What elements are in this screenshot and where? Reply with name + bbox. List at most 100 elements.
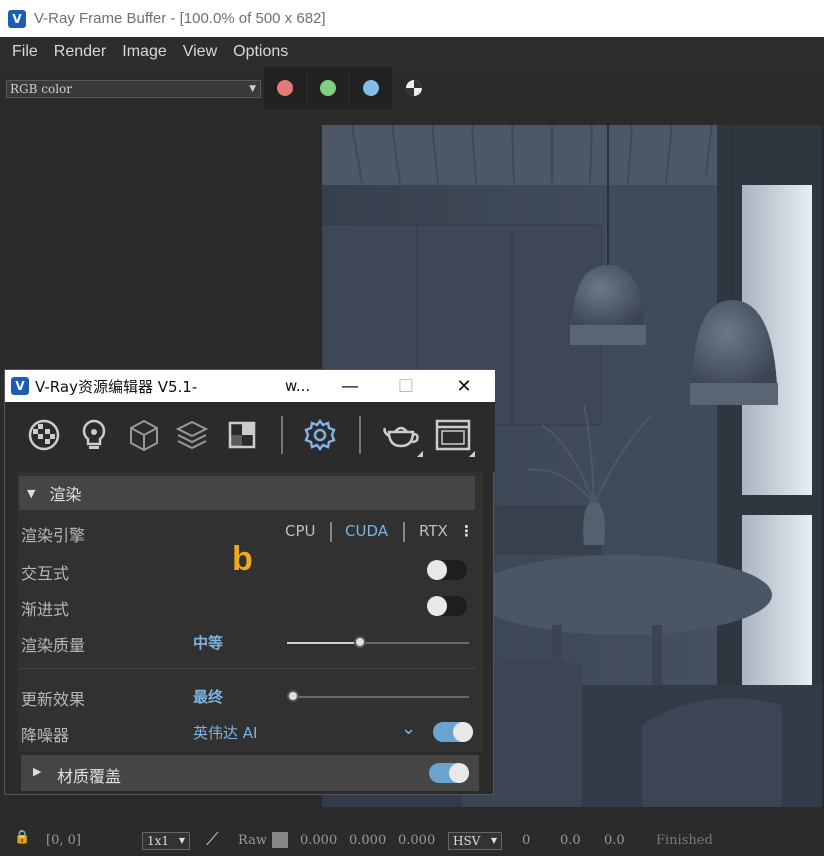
blue-channel-button[interactable] [350, 67, 392, 109]
vray-app-icon: V [8, 9, 26, 28]
toggle-knob [427, 560, 447, 580]
vfb-window-title: V-Ray Frame Buffer - [100.0% of 500 x 68… [34, 10, 326, 27]
chevron-down-icon: ▼ [178, 836, 185, 845]
hsv-v: 0.0 [604, 833, 625, 848]
cursor-coords: [0, 0] [46, 833, 81, 848]
textures-icon[interactable] [223, 416, 261, 454]
alpha-channel-button[interactable] [393, 67, 435, 109]
curve-icon[interactable]: ⟋ [206, 829, 219, 850]
update-slider-track[interactable] [287, 696, 469, 698]
red-channel-button[interactable] [264, 67, 306, 109]
alpha-icon [406, 80, 422, 96]
settings-icon[interactable] [301, 416, 339, 454]
rgb-r: 0.000 [300, 833, 338, 848]
green-dot-icon [320, 80, 336, 96]
engine-divider [330, 522, 332, 542]
blue-dot-icon [363, 80, 379, 96]
lights-icon[interactable] [75, 416, 113, 454]
color-space-value: HSV [453, 834, 481, 848]
chevron-down-icon: ▼ [249, 84, 256, 94]
menu-render[interactable]: Render [46, 43, 114, 61]
asset-editor-toolbar: ◢ ◢ [5, 402, 495, 472]
sample-size-value: 1x1 [147, 834, 170, 848]
minimize-button[interactable]: — [321, 370, 379, 402]
annotation-label: b [232, 540, 253, 578]
render-section-header[interactable]: ▼ 渲染 [19, 476, 475, 510]
materials-icon[interactable] [25, 416, 63, 454]
quality-label: 渲染质量 [21, 636, 86, 655]
rgb-b: 0.000 [398, 833, 436, 848]
quality-slider-knob[interactable] [353, 636, 366, 648]
denoiser-toggle[interactable] [433, 722, 473, 742]
rgb-g: 0.000 [349, 833, 387, 848]
green-channel-button[interactable] [307, 67, 349, 109]
asset-editor-titlebar: V V-Ray资源编辑器 V5.1- w... — ☐ ✕ [5, 370, 495, 402]
render-status: Finished [656, 833, 713, 848]
color-swatch [272, 832, 288, 848]
maximize-button[interactable]: ☐ [377, 370, 435, 402]
engine-divider [403, 522, 405, 542]
engine-cuda[interactable]: CUDA [345, 522, 388, 540]
interactive-toggle[interactable] [427, 560, 467, 580]
update-value: 最终 [193, 688, 224, 706]
interactive-label: 交互式 [21, 564, 70, 583]
toggle-knob [453, 722, 473, 742]
vfb-toolbar: RGB color ▼ [0, 67, 824, 109]
more-options-icon[interactable]: ⋮ [459, 522, 474, 540]
sample-size-select[interactable]: 1x1 ▼ [142, 832, 190, 850]
menu-view[interactable]: View [175, 43, 225, 61]
material-override-label: 材质覆盖 [57, 767, 122, 786]
render-teapot-icon[interactable]: ◢ [379, 416, 423, 458]
color-space-select[interactable]: HSV ▼ [448, 832, 502, 850]
chevron-down-icon: ▼ [490, 836, 497, 845]
channel-select-value: RGB color [10, 82, 72, 96]
asset-editor-window: V V-Ray资源编辑器 V5.1- w... — ☐ ✕ ◢ ◢ ▼ 渲染 渲… [4, 369, 495, 795]
denoiser-value: 英伟达 AI [193, 724, 258, 742]
raw-label: Raw [238, 833, 267, 848]
chevron-down-icon[interactable]: ⌄ [401, 718, 416, 739]
material-override-toggle[interactable] [429, 763, 469, 783]
quality-row: 渲染质量 中等 [17, 624, 483, 660]
layers-icon[interactable] [173, 416, 211, 454]
hsv-s: 0.0 [560, 833, 581, 848]
menu-file[interactable]: File [4, 43, 46, 61]
corner-arrow-icon: ◢ [468, 449, 475, 458]
toggle-knob [449, 763, 469, 783]
progressive-row: 渐进式 [17, 588, 483, 624]
progressive-toggle[interactable] [427, 596, 467, 616]
material-override-section[interactable]: ▶ 材质覆盖 [21, 755, 479, 791]
status-bar: 🔒 [0, 0] 1x1 ▼ ⟋ Raw 0.000 0.000 0.000 H… [0, 824, 824, 856]
denoiser-label: 降噪器 [21, 726, 70, 745]
channel-select[interactable]: RGB color ▼ [6, 80, 261, 98]
lock-icon[interactable]: 🔒 [14, 830, 30, 845]
render-section-label: 渲染 [49, 485, 82, 504]
menu-options[interactable]: Options [225, 43, 296, 61]
update-label: 更新效果 [21, 690, 86, 709]
expand-triangle-icon: ▼ [27, 486, 36, 500]
collapse-triangle-icon: ▶ [33, 765, 42, 778]
vfb-menubar: File Render Image View Options [0, 37, 824, 67]
render-settings-panel: ▼ 渲染 渲染引擎 CPU CUDA RTX ⋮ 交互式 渐进式 渲染质量 中等… [17, 472, 483, 752]
quality-slider-fill [287, 642, 360, 644]
toolbar-divider [281, 416, 283, 454]
engine-cpu[interactable]: CPU [285, 522, 316, 540]
progressive-label: 渐进式 [21, 600, 70, 619]
engine-label: 渲染引擎 [21, 526, 86, 545]
vfb-titlebar: V V-Ray Frame Buffer - [100.0% of 500 x … [0, 0, 824, 37]
asset-editor-title-suffix: w... [285, 377, 311, 395]
divider [19, 668, 475, 669]
geometry-icon[interactable] [125, 416, 163, 454]
update-row: 更新效果 最终 [17, 678, 483, 714]
corner-arrow-icon: ◢ [416, 449, 423, 458]
vray-app-icon: V [11, 377, 29, 395]
red-dot-icon [277, 80, 293, 96]
engine-rtx[interactable]: RTX [419, 522, 448, 540]
asset-editor-title: V-Ray资源编辑器 V5.1- [35, 377, 198, 396]
update-slider-knob[interactable] [287, 690, 299, 702]
menu-image[interactable]: Image [114, 43, 174, 61]
close-button[interactable]: ✕ [435, 370, 493, 402]
toggle-knob [427, 596, 447, 616]
render-window-icon[interactable]: ◢ [431, 416, 475, 458]
toolbar-divider [359, 416, 361, 454]
hsv-h: 0 [522, 833, 531, 848]
